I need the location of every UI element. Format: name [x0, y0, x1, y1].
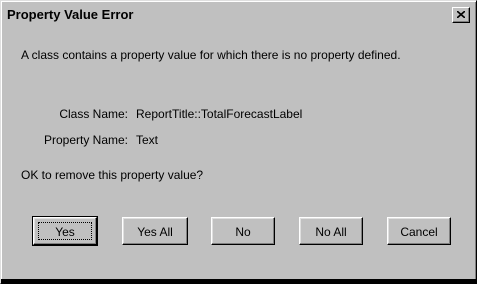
property-name-label: Property Name:: [43, 133, 128, 147]
class-name-label: Class Name:: [59, 107, 128, 121]
dialog-title: Property Value Error: [7, 7, 134, 22]
yes-all-button[interactable]: Yes All: [122, 217, 188, 245]
confirmation-question: OK to remove this property value?: [21, 168, 204, 182]
yes-button-label: Yes: [55, 225, 75, 239]
property-name-value: Text: [136, 133, 159, 147]
no-button[interactable]: No: [211, 217, 275, 245]
cancel-button[interactable]: Cancel: [387, 217, 451, 245]
error-message: A class contains a property value for wh…: [21, 48, 401, 62]
no-all-button[interactable]: No All: [299, 217, 363, 245]
yes-button[interactable]: Yes: [32, 216, 98, 246]
focus-rectangle: Yes: [38, 222, 92, 240]
close-button[interactable]: [452, 7, 470, 23]
close-icon: [457, 11, 465, 18]
property-value-error-dialog: Property Value Error A class contains a …: [0, 0, 477, 284]
class-name-value: ReportTitle::TotalForecastLabel: [136, 107, 303, 121]
title-bar[interactable]: Property Value Error: [4, 4, 473, 26]
bottom-edge: [1, 279, 476, 283]
